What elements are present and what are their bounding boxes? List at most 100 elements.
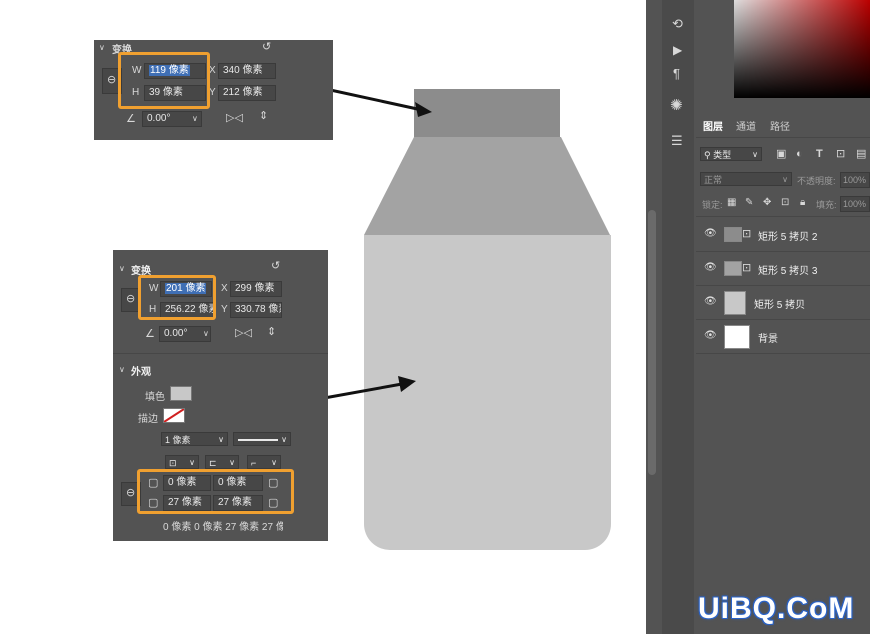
- tab-channels[interactable]: 通道: [736, 118, 756, 133]
- opacity-label: 不透明度:: [797, 176, 836, 186]
- filter-shape-icon[interactable]: ⊡: [836, 148, 845, 160]
- divider: [113, 353, 328, 354]
- collapse-chevron-icon[interactable]: ∨: [99, 42, 105, 54]
- blend-mode-dropdown[interactable]: 正常 ∨: [700, 172, 792, 186]
- lock-all-icon[interactable]: 🔒︎: [800, 197, 805, 209]
- link-icon: ⊖: [126, 293, 136, 305]
- filter-text-icon[interactable]: T: [816, 148, 823, 160]
- play-icon[interactable]: ▶: [673, 44, 682, 56]
- lock-label: 锁定:: [702, 200, 723, 210]
- align-inside-icon: ⊡: [169, 458, 177, 468]
- appearance-chevron-icon[interactable]: ∨: [119, 364, 125, 376]
- transform-panel-top: ∨ 变换 ↺ ⊖ W 119 像素 X 340 像素 H 39 像素 Y 212…: [94, 40, 333, 140]
- angle-value: 0.00°: [164, 328, 188, 339]
- lock-position-icon[interactable]: ✥: [763, 197, 771, 209]
- transform-chevron-icon[interactable]: ∨: [119, 263, 125, 275]
- eye-icon[interactable]: 👁︎: [704, 330, 717, 341]
- y-label: Y: [221, 304, 228, 315]
- stroke-swatch[interactable]: [163, 408, 185, 423]
- chevron-down-icon: ∨: [271, 458, 277, 467]
- y-input[interactable]: 212 像素: [218, 85, 276, 101]
- stroke-style-dropdown[interactable]: ∨: [233, 432, 291, 446]
- lock-transparent-icon[interactable]: ▦: [727, 197, 736, 209]
- y-value: 330.78 像素: [235, 304, 281, 315]
- x-label: X: [209, 65, 216, 76]
- angle-dropdown-chevron-icon[interactable]: ∨: [192, 113, 198, 125]
- layer-name: 背景: [758, 334, 778, 345]
- layer-row[interactable]: 👁︎ ⊡ 矩形 5 拷贝 3: [696, 252, 870, 286]
- y-label: Y: [209, 87, 216, 98]
- history-icon[interactable]: ⟲: [672, 17, 683, 30]
- eye-icon[interactable]: 👁︎: [704, 262, 717, 273]
- layer-thumbnail: [724, 325, 750, 349]
- eye-icon[interactable]: 👁︎: [704, 296, 717, 307]
- highlight-wh-top: [118, 52, 210, 109]
- join-icon: ⌐: [251, 458, 257, 468]
- fill-label: 填色: [145, 392, 165, 403]
- flip-vertical-icon[interactable]: ⇕: [267, 326, 276, 338]
- brush-preset-icon[interactable]: ✺: [670, 98, 683, 113]
- paragraph-icon[interactable]: ¶: [673, 67, 680, 80]
- flip-horizontal-icon[interactable]: ▷◁: [226, 112, 243, 124]
- appearance-section-title: 外观: [131, 367, 151, 378]
- search-icon: ⚲: [704, 150, 714, 160]
- layer-filter-dropdown[interactable]: ⚲ 类型 ∨: [700, 147, 762, 161]
- filter-adjustment-icon[interactable]: ◐: [796, 148, 803, 160]
- opacity-input[interactable]: 100%: [840, 172, 870, 188]
- adjustments-icon[interactable]: ☰: [671, 134, 683, 147]
- tabs-divider: [696, 137, 870, 138]
- fill-input[interactable]: 100%: [840, 196, 870, 212]
- layer-thumbnail: [724, 261, 742, 276]
- flip-vertical-icon[interactable]: ⇕: [259, 110, 268, 122]
- stroke-label: 描边: [138, 414, 158, 425]
- filter-smart-object-icon[interactable]: ▤: [856, 148, 866, 160]
- fill-label: 填充:: [816, 200, 837, 210]
- angle-value: 0.00°: [147, 113, 171, 124]
- reset-transform-icon[interactable]: ↺: [271, 260, 280, 272]
- watermark: UiBQ.CoM: [698, 592, 855, 625]
- options-divider: [696, 216, 870, 217]
- layer-name: 矩形 5 拷贝 3: [758, 266, 818, 277]
- stroke-align-dropdown[interactable]: ⊡ ∨: [165, 455, 199, 469]
- x-input[interactable]: 340 像素: [218, 63, 276, 79]
- angle-icon: ∠: [126, 113, 136, 125]
- cap-icon: ⊏: [209, 458, 217, 468]
- stroke-cap-dropdown[interactable]: ⊏ ∨: [205, 455, 239, 469]
- layer-row[interactable]: 👁︎ ⊡ 矩形 5 拷贝 2: [696, 218, 870, 252]
- chevron-down-icon: ∨: [752, 150, 758, 159]
- tab-paths[interactable]: 路径: [770, 118, 790, 133]
- lock-artboard-icon[interactable]: ⊡: [781, 197, 789, 209]
- corner-summary: 0 像素 0 像素 27 像素 27 像素: [163, 522, 283, 533]
- blend-mode-value: 正常: [704, 175, 723, 185]
- layer-row[interactable]: 👁︎ 背景: [696, 320, 870, 354]
- angle-icon: ∠: [145, 328, 155, 340]
- flip-horizontal-icon[interactable]: ▷◁: [235, 327, 252, 339]
- layer-thumbnail: [724, 291, 746, 315]
- angle-dropdown-chevron-icon[interactable]: ∨: [203, 328, 209, 340]
- highlight-corners: [137, 469, 294, 514]
- chevron-down-icon: ∨: [281, 435, 287, 444]
- x-input[interactable]: 299 像素: [230, 281, 282, 297]
- chevron-down-icon: ∨: [782, 175, 788, 184]
- bottle-shoulder-shape: [364, 137, 610, 235]
- eye-icon[interactable]: 👁︎: [704, 228, 717, 239]
- layer-thumbnail: [724, 227, 742, 242]
- fill-value: 100%: [843, 199, 867, 209]
- vector-mask-icon: ⊡: [742, 262, 752, 274]
- chevron-down-icon: ∨: [189, 458, 195, 467]
- stroke-width-value: 1 像素: [165, 435, 191, 445]
- scrollbar-track[interactable]: [648, 210, 656, 475]
- x-label: X: [221, 283, 228, 294]
- stroke-join-dropdown[interactable]: ⌐ ∨: [247, 455, 281, 469]
- color-picker-field[interactable]: [734, 0, 870, 98]
- stroke-width-dropdown[interactable]: 1 像素 ∨: [161, 432, 228, 446]
- filter-image-icon[interactable]: ▣: [776, 148, 786, 160]
- fill-swatch[interactable]: [170, 386, 192, 401]
- y-input[interactable]: 330.78 像素: [230, 302, 282, 318]
- tool-column: ⟲ ▶ ¶ ✺ ☰: [662, 0, 694, 634]
- tab-layers[interactable]: 图层: [703, 118, 723, 133]
- layer-row[interactable]: 👁︎ 矩形 5 拷贝: [696, 286, 870, 320]
- reset-icon[interactable]: ↺: [262, 41, 271, 53]
- lock-pixels-icon[interactable]: ✎: [745, 197, 753, 209]
- no-stroke-icon: [164, 409, 184, 422]
